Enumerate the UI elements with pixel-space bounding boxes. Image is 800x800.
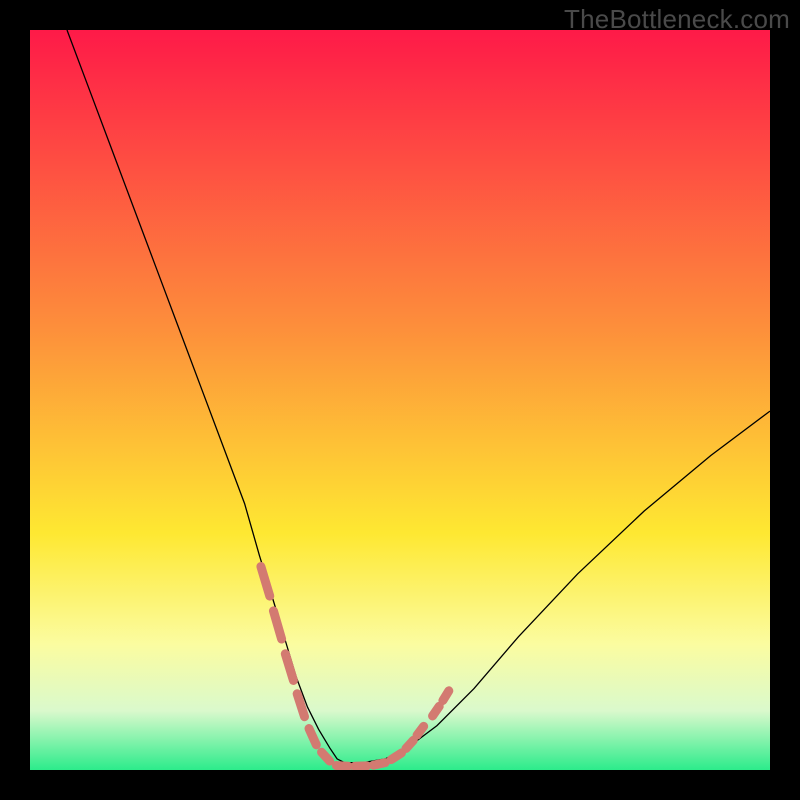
highlight-dash — [433, 706, 440, 716]
highlight-dash — [417, 726, 424, 735]
highlight-dash — [322, 752, 330, 761]
chart-background — [30, 30, 770, 770]
highlight-dash — [406, 740, 413, 748]
chart-frame: TheBottleneck.com — [0, 0, 800, 800]
highlight-dash — [373, 763, 385, 766]
chart-plot — [30, 30, 770, 770]
highlight-dash — [336, 766, 348, 767]
highlight-dash — [391, 753, 401, 760]
chart-svg — [30, 30, 770, 770]
highlight-dash — [443, 691, 449, 701]
